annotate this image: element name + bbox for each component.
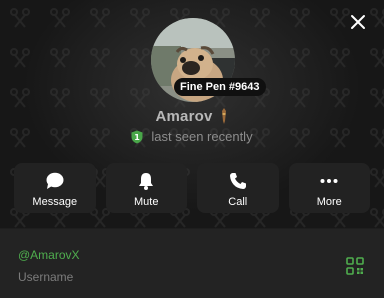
username-value[interactable]: @AmarovX xyxy=(18,248,80,262)
call-button-label: Call xyxy=(228,196,248,208)
info-section: @AmarovX Username xyxy=(0,229,384,298)
phone-icon xyxy=(229,173,246,189)
message-button[interactable]: Message xyxy=(14,163,96,213)
mute-button-label: Mute xyxy=(134,196,159,208)
name-row: Amarov xyxy=(0,107,384,125)
svg-text:1: 1 xyxy=(135,133,141,142)
status-text: last seen recently xyxy=(151,129,253,144)
qr-code-icon xyxy=(346,257,364,275)
more-icon xyxy=(320,179,338,183)
gift-tag-label: Fine Pen #9643 xyxy=(180,81,260,93)
gift-tag[interactable]: Fine Pen #9643 xyxy=(174,78,266,96)
action-bar: Message Mute Call More xyxy=(14,163,370,213)
message-button-label: Message xyxy=(32,196,78,208)
close-icon xyxy=(351,15,365,29)
qr-code-button[interactable] xyxy=(346,257,364,275)
mute-button[interactable]: Mute xyxy=(105,163,187,213)
more-button-label: More xyxy=(316,196,342,208)
profile-header: Fine Pen #9643 Amarov 1 last seen recent… xyxy=(0,0,384,228)
status-row: 1 last seen recently xyxy=(0,129,384,144)
bell-icon xyxy=(139,173,154,190)
profile-name: Amarov xyxy=(155,107,213,125)
message-icon xyxy=(46,172,64,189)
username-label: Username xyxy=(18,270,74,284)
call-button[interactable]: Call xyxy=(197,163,279,213)
close-button[interactable] xyxy=(346,10,370,34)
pen-icon[interactable] xyxy=(219,107,229,125)
shield-icon: 1 xyxy=(131,130,143,143)
more-button[interactable]: More xyxy=(288,163,370,213)
